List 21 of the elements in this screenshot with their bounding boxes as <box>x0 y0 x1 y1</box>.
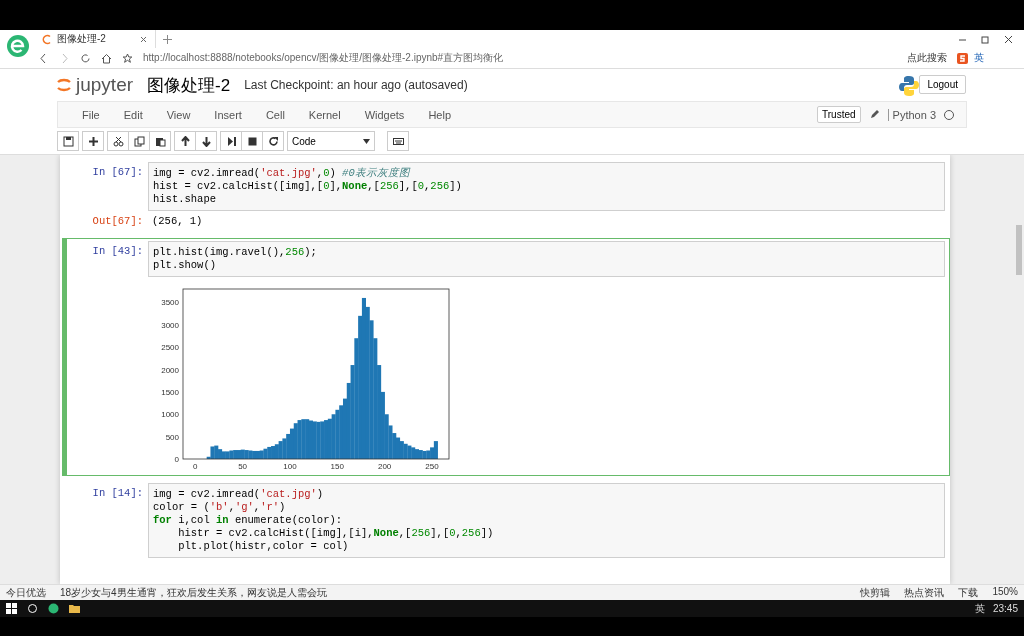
input-prompt: In [67]: <box>91 165 144 178</box>
y-tick-label: 2000 <box>161 365 179 375</box>
y-tick-label: 3000 <box>161 320 179 330</box>
x-tick-label: 200 <box>377 462 392 471</box>
kernel-name: Python 3 <box>887 108 936 121</box>
x-tick-label: 50 <box>238 462 248 471</box>
cell-output: (256, 1) <box>151 214 204 229</box>
y-tick-label: 2500 <box>161 343 179 353</box>
y-tick-label: 1000 <box>161 410 179 420</box>
y-tick-label: 500 <box>165 432 179 442</box>
input-prompt: In [43]: <box>91 244 144 257</box>
checkpoint-status: Last Checkpoint: an hour ago (autosaved) <box>244 78 468 92</box>
x-tick-label: 250 <box>425 462 439 471</box>
x-tick-label: 150 <box>330 462 344 471</box>
y-tick-label: 3500 <box>161 298 179 308</box>
y-tick-label: 0 <box>174 455 179 464</box>
x-tick-label: 0 <box>193 462 198 471</box>
x-tick-label: 100 <box>283 462 297 471</box>
y-tick-label: 1500 <box>161 387 179 397</box>
input-prompt: In [14]: <box>91 486 144 499</box>
output-prompt: Out[67]: <box>91 214 144 227</box>
